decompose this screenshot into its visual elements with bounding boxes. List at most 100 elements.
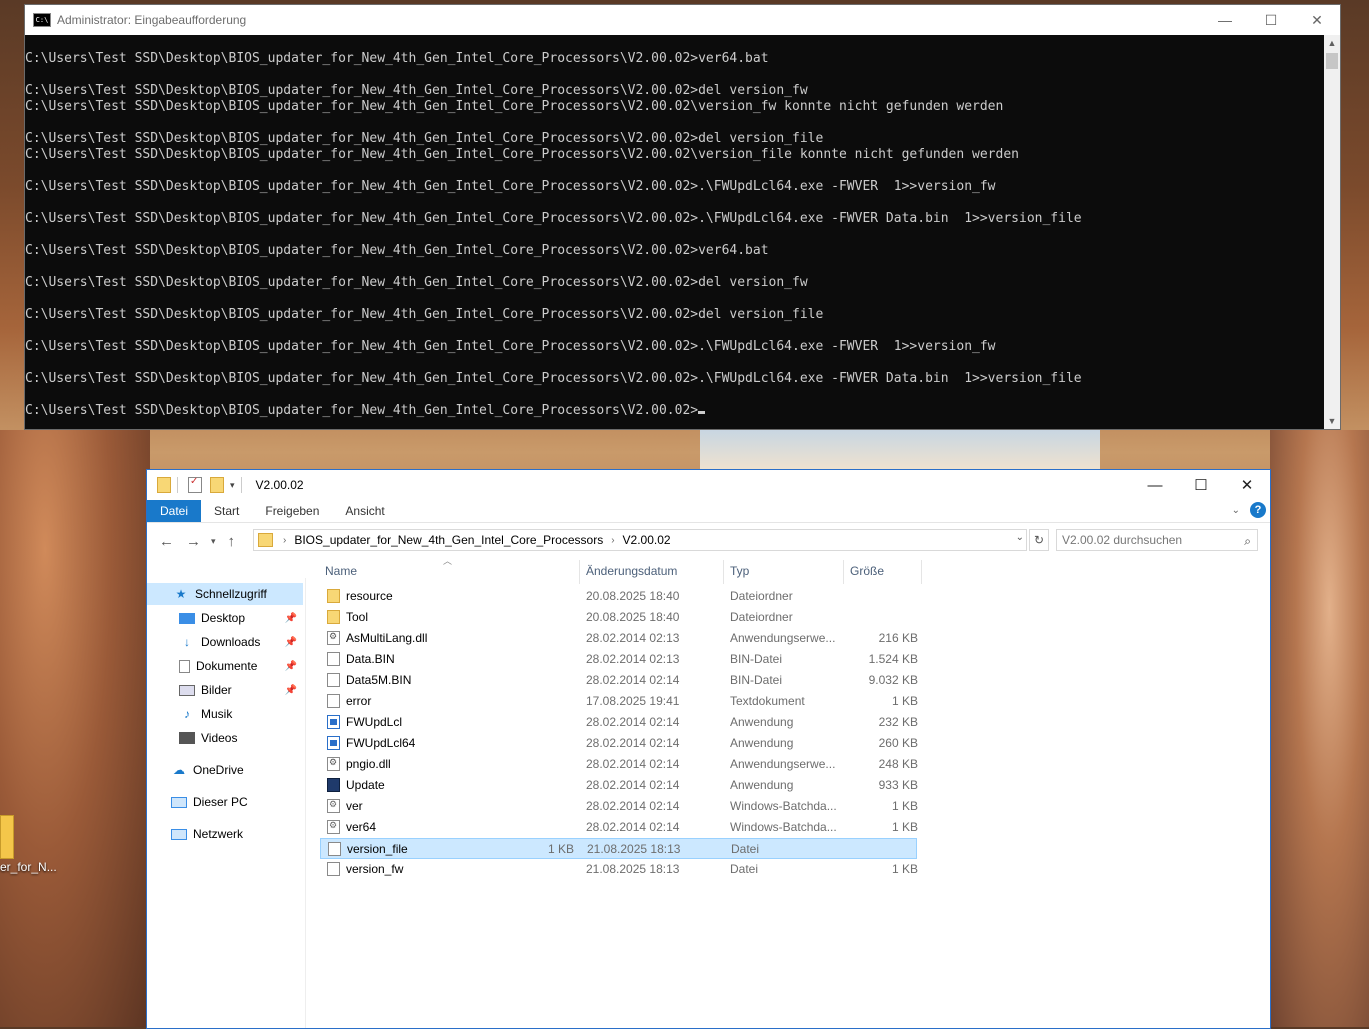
explorer-window[interactable]: ▾ V2.00.02 — ☐ ✕ Datei Start Freigeben A… [146, 469, 1271, 1029]
file-row[interactable]: FWUpdLcl64 28.02.2014 02:14 Anwendung 260 K… [323, 733, 1263, 754]
file-size: 260 KB [878, 736, 918, 750]
cmd-output-line [25, 227, 1325, 243]
tab-start[interactable]: Start [201, 500, 252, 522]
breadcrumb-item[interactable]: V2.00.02 [623, 533, 671, 547]
nav-item-bilder[interactable]: Bilder 📌 [147, 679, 303, 701]
file-size: 1 KB [547, 842, 574, 856]
help-icon[interactable]: ? [1250, 502, 1266, 518]
file-date: 28.02.2014 02:14 [586, 757, 680, 771]
new-folder-icon[interactable] [210, 477, 224, 493]
file-row[interactable]: error 17.08.2025 19:41 Textdokument 1 KB [323, 691, 1263, 712]
column-header-type[interactable]: Typ [730, 564, 749, 578]
file-row[interactable]: version_file 21.08.2025 18:13 Datei 1 KB [320, 838, 917, 859]
column-divider[interactable] [723, 560, 724, 584]
file-row[interactable]: Tool 20.08.2025 18:40 Dateiordner [323, 607, 1263, 628]
minimize-button[interactable]: — [1132, 470, 1178, 500]
cmd-title: Administrator: Eingabeaufforderung [57, 13, 247, 27]
explorer-titlebar[interactable]: ▾ V2.00.02 — ☐ ✕ [147, 470, 1270, 500]
tab-datei[interactable]: Datei [147, 500, 202, 522]
chevron-right-icon[interactable]: › [611, 535, 614, 546]
column-header-name[interactable]: Name [325, 564, 357, 578]
nav-item-netzwerk[interactable]: Netzwerk [147, 823, 303, 845]
nav-item-desktop[interactable]: Desktop 📌 [147, 607, 303, 629]
file-row[interactable]: pngio.dll 28.02.2014 02:14 Anwendungserwe.… [323, 754, 1263, 775]
column-header-date[interactable]: Änderungsdatum [586, 564, 677, 578]
search-icon[interactable]: ⌕ [1244, 531, 1251, 551]
cmd-window[interactable]: C:\ Administrator: Eingabeaufforderung —… [24, 4, 1341, 430]
file-name: FWUpdLcl64 [346, 736, 416, 750]
column-divider[interactable] [921, 560, 922, 584]
maximize-button[interactable]: ☐ [1178, 470, 1224, 500]
cmd-titlebar[interactable]: C:\ Administrator: Eingabeaufforderung —… [25, 5, 1340, 35]
tab-ansicht[interactable]: Ansicht [332, 500, 397, 522]
refresh-icon[interactable]: ↻ [1029, 529, 1049, 551]
back-arrow-icon[interactable]: ← [159, 533, 174, 550]
picture-icon [179, 684, 195, 696]
nav-item-downloads[interactable]: ↓ Downloads 📌 [147, 631, 303, 653]
forward-arrow-icon[interactable]: → [186, 533, 201, 550]
file-row[interactable]: resource 20.08.2025 18:40 Dateiordner [323, 586, 1263, 607]
scroll-up-icon[interactable]: ▲ [1324, 35, 1340, 51]
nav-label: Dieser PC [193, 795, 248, 809]
network-icon [171, 828, 187, 840]
scroll-down-icon[interactable]: ▼ [1324, 413, 1340, 429]
pin-icon[interactable]: 📌 [285, 613, 297, 624]
file-row[interactable]: Data5M.BIN 28.02.2014 02:14 BIN-Datei 9.032… [323, 670, 1263, 691]
cmd-output[interactable]: C:\Users\Test SSD\Desktop\BIOS_updater_f… [25, 35, 1325, 429]
customize-toolbar-icon[interactable]: ▾ [230, 480, 235, 491]
file-date: 20.08.2025 18:40 [586, 589, 680, 603]
file-row[interactable]: FWUpdLcl 28.02.2014 02:14 Anwendung 232 KB [323, 712, 1263, 733]
file-name: Data5M.BIN [346, 673, 412, 687]
file-name: version_file [347, 842, 408, 856]
cmd-output-line: C:\Users\Test SSD\Desktop\BIOS_updater_f… [25, 179, 996, 194]
search-placeholder: V2.00.02 durchsuchen [1062, 533, 1183, 547]
nav-item-onedrive[interactable]: ☁ OneDrive [147, 759, 303, 781]
column-header-size[interactable]: Größe [850, 564, 884, 578]
nav-item-dokumente[interactable]: Dokumente 📌 [147, 655, 303, 677]
nav-item-musik[interactable]: ♪ Musik [147, 703, 303, 725]
file-date: 21.08.2025 18:13 [587, 842, 681, 856]
tab-freigeben[interactable]: Freigeben [252, 500, 332, 522]
file-name: pngio.dll [346, 757, 391, 771]
maximize-button[interactable]: ☐ [1248, 5, 1294, 35]
file-type: Windows-Batchda... [730, 799, 837, 813]
nav-item-schnellzugriff[interactable]: ★ Schnellzugriff [147, 583, 303, 605]
close-button[interactable]: ✕ [1294, 5, 1340, 35]
file-row[interactable]: ver64 28.02.2014 02:14 Windows-Batchda... 1… [323, 817, 1263, 838]
file-row[interactable]: AsMultiLang.dll 28.02.2014 02:13 Anwendung… [323, 628, 1263, 649]
up-arrow-icon[interactable]: ↑ [228, 533, 236, 550]
nav-label: Netzwerk [193, 827, 244, 841]
nav-item-dieser-pc[interactable]: Dieser PC [147, 791, 303, 813]
pin-icon[interactable]: 📌 [285, 685, 297, 696]
close-button[interactable]: ✕ [1224, 470, 1270, 500]
chevron-down-icon[interactable]: ⌄ [1016, 532, 1024, 543]
file-row[interactable]: version_fw 21.08.2025 18:13 Datei 1 KB [323, 859, 1263, 880]
expand-ribbon-icon[interactable]: ⌄ [1232, 505, 1240, 516]
pin-icon[interactable]: 📌 [285, 637, 297, 648]
search-input[interactable]: V2.00.02 durchsuchen ⌕ [1056, 529, 1258, 551]
file-name: error [346, 694, 372, 708]
scroll-thumb[interactable] [1326, 53, 1338, 69]
file-row[interactable]: ver 28.02.2014 02:14 Windows-Batchda... 1 K… [323, 796, 1263, 817]
recent-locations-icon[interactable]: ▾ [211, 536, 216, 547]
file-type: Textdokument [730, 694, 805, 708]
file-row[interactable]: Update 28.02.2014 02:14 Anwendung 933 KB [323, 775, 1263, 796]
pin-icon[interactable]: 📌 [285, 661, 297, 672]
breadcrumb-item[interactable]: BIOS_updater_for_New_4th_Gen_Intel_Core_… [294, 533, 603, 547]
ribbon-tabs: Datei Start Freigeben Ansicht ⌄ ? [147, 500, 1270, 523]
cmd-scrollbar[interactable]: ▲ ▼ [1324, 35, 1340, 429]
desktop-folder-icon[interactable] [0, 815, 14, 859]
address-bar[interactable]: › BIOS_updater_for_New_4th_Gen_Intel_Cor… [253, 529, 1027, 551]
column-divider[interactable] [579, 560, 580, 584]
cmd-output-line: C:\Users\Test SSD\Desktop\BIOS_updater_f… [25, 51, 769, 66]
file-date: 28.02.2014 02:13 [586, 631, 680, 645]
chevron-right-icon[interactable]: › [283, 535, 286, 546]
file-type: Anwendung [730, 778, 794, 792]
minimize-button[interactable]: — [1202, 5, 1248, 35]
nav-item-videos[interactable]: Videos [147, 727, 303, 749]
file-type: Windows-Batchda... [730, 820, 837, 834]
column-divider[interactable] [843, 560, 844, 584]
file-row[interactable]: Data.BIN 28.02.2014 02:13 BIN-Datei 1.524 K… [323, 649, 1263, 670]
properties-icon[interactable] [188, 476, 202, 493]
desktop-folder-label[interactable]: er_for_N... [0, 860, 57, 874]
